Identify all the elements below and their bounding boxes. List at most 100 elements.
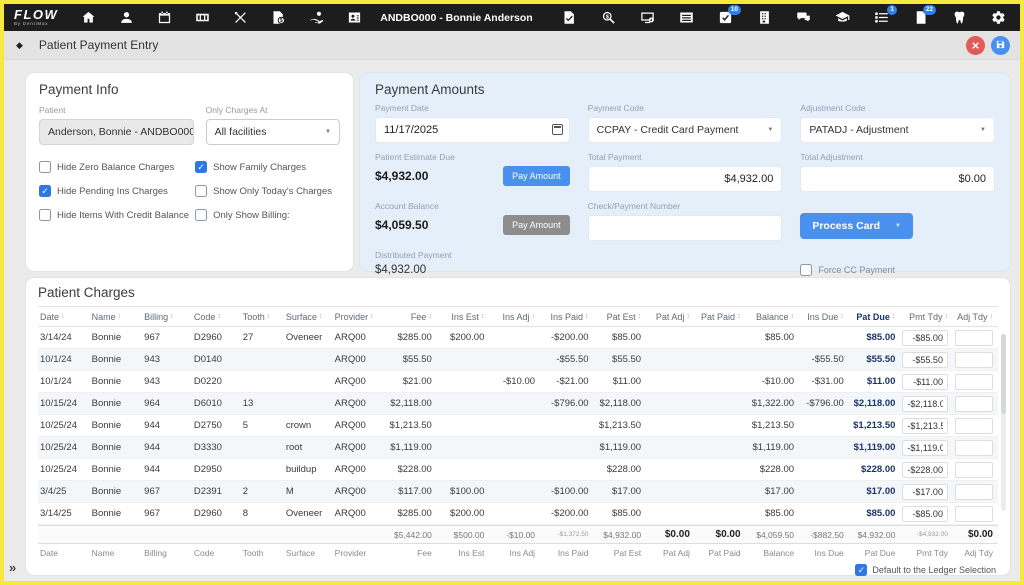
payment-code-select[interactable]: CCPAY - Credit Card Payment ▼	[588, 117, 783, 143]
pmt-tdy-input[interactable]	[902, 506, 948, 522]
adj-tdy-input[interactable]	[955, 418, 993, 434]
col-header-ins-due[interactable]: Ins Due↕	[799, 312, 849, 322]
col-header-ins-adj[interactable]: Ins Adj↕	[489, 312, 540, 322]
pmt-tdy-input[interactable]	[902, 396, 948, 412]
checkbox-show-only-today-s-charges[interactable]: Show Only Today's Charges	[195, 185, 340, 197]
col-header-pat-paid[interactable]: Pat Paid↕	[695, 312, 746, 322]
adj-tdy-input[interactable]	[955, 374, 993, 390]
list-icon[interactable]	[678, 10, 694, 26]
adj-tdy-input[interactable]	[955, 396, 993, 412]
checkbox-hide-pending-ins-charges[interactable]: Hide Pending Ins Charges	[39, 185, 191, 197]
col-header-name[interactable]: Name↕	[90, 312, 143, 322]
tooth-icon[interactable]	[951, 10, 967, 26]
billing-report-icon[interactable]: $	[270, 10, 286, 26]
pmt-tdy-input[interactable]	[902, 440, 948, 456]
pmt-tdy-input[interactable]	[902, 352, 948, 368]
col-header-tooth[interactable]: Tooth↕	[241, 312, 284, 322]
pmt-tdy-input[interactable]	[902, 462, 948, 478]
col-header-provider[interactable]: Provider↕	[333, 312, 385, 322]
adjustment-code-select[interactable]: PATADJ - Adjustment ▼	[800, 117, 995, 143]
process-card-button[interactable]: Process Card ▼	[800, 213, 913, 239]
home-icon[interactable]	[80, 10, 96, 26]
checkbox-hide-items-with-credit-balance[interactable]: Hide Items With Credit Balance	[39, 209, 191, 221]
payment-date-input[interactable]	[375, 117, 570, 143]
charge-row[interactable]: 3/14/25Bonnie967D29608OveneerARQ00$285.0…	[38, 503, 998, 525]
check-number-input[interactable]	[588, 215, 783, 241]
education-icon[interactable]	[834, 10, 850, 26]
close-button[interactable]: ×	[966, 36, 985, 55]
cell-pat-due: $85.00	[849, 332, 901, 343]
pay-balance-button[interactable]: Pay Amount	[503, 215, 570, 235]
total-adjustment-input[interactable]	[800, 166, 995, 192]
contact-card-icon[interactable]	[346, 10, 362, 26]
col-header-date[interactable]: Date↕	[38, 312, 90, 322]
save-button[interactable]	[991, 36, 1010, 55]
document-check-icon[interactable]	[561, 10, 577, 26]
checkbox-box[interactable]	[39, 161, 51, 173]
adj-tdy-input[interactable]	[955, 352, 993, 368]
checkbox-box[interactable]	[195, 161, 207, 173]
office-icon[interactable]	[756, 10, 772, 26]
adj-tdy-input[interactable]	[955, 462, 993, 478]
checkbox-box[interactable]	[39, 209, 51, 221]
patient-select[interactable]: Anderson, Bonnie - ANDBO000 ▼	[39, 119, 194, 145]
col-header-code[interactable]: Code↕	[192, 312, 241, 322]
pmt-tdy-input[interactable]	[902, 418, 948, 434]
checklist-icon[interactable]: 1	[873, 10, 889, 26]
checkbox-only-show-billing[interactable]: Only Show Billing:	[195, 209, 340, 221]
messages-icon[interactable]	[795, 10, 811, 26]
calendar-icon[interactable]	[552, 124, 563, 135]
clinical-tools-icon[interactable]	[232, 10, 248, 26]
payment-hand-icon[interactable]	[308, 10, 324, 26]
charge-row[interactable]: 10/25/24Bonnie944D27505crownARQ00$1,213.…	[38, 415, 998, 437]
pay-estimate-button[interactable]: Pay Amount	[503, 166, 570, 186]
pmt-tdy-input[interactable]	[902, 484, 948, 500]
col-header-ins-paid[interactable]: Ins Paid↕	[540, 312, 593, 322]
charge-row[interactable]: 10/15/24Bonnie964D601013ARQ00$2,118.00-$…	[38, 393, 998, 415]
facility-select[interactable]: All facilities ▼	[206, 119, 340, 145]
ledger-default-checkbox[interactable]	[855, 564, 867, 576]
tasks-icon[interactable]: 10	[717, 10, 733, 26]
col-header-pmt-tdy[interactable]: Pmt Tdy↕	[900, 312, 953, 322]
col-header-ins-est[interactable]: Ins Est↕	[437, 312, 490, 322]
charge-row[interactable]: 3/4/25Bonnie967D23912MARQ00$117.00$100.0…	[38, 481, 998, 503]
documents-icon[interactable]: 22	[912, 10, 928, 26]
flow-logo[interactable]: FLOW By DentiMax	[14, 8, 58, 27]
col-header-billing[interactable]: Billing↕	[142, 312, 192, 322]
checkbox-box[interactable]	[195, 209, 207, 221]
checkbox-show-family-charges[interactable]: Show Family Charges	[195, 161, 340, 173]
adj-tdy-input[interactable]	[955, 330, 993, 346]
checkbox-hide-zero-balance-charges[interactable]: Hide Zero Balance Charges	[39, 161, 191, 173]
adj-tdy-input[interactable]	[955, 506, 993, 522]
adj-tdy-input[interactable]	[955, 484, 993, 500]
search-dollar-icon[interactable]: $	[600, 10, 616, 26]
pmt-tdy-input[interactable]	[902, 330, 948, 346]
schedule-icon[interactable]	[156, 10, 172, 26]
checkbox-force-cc-payment[interactable]: Force CC Payment	[800, 264, 995, 276]
expand-panel-button[interactable]: »	[9, 560, 16, 575]
col-header-pat-due[interactable]: Pat Due↕	[849, 312, 901, 322]
charge-row[interactable]: 10/25/24Bonnie944D2950buildupARQ00$228.0…	[38, 459, 998, 481]
col-header-pat-adj[interactable]: Pat Adj↕	[646, 312, 695, 322]
col-header-balance[interactable]: Balance↕	[746, 312, 799, 322]
checkbox-box[interactable]	[195, 185, 207, 197]
dentures-icon[interactable]	[194, 10, 210, 26]
pmt-tdy-input[interactable]	[902, 374, 948, 390]
charge-row[interactable]: 10/1/24Bonnie943D0220ARQ00$21.00-$10.00-…	[38, 371, 998, 393]
total-payment-input[interactable]	[588, 166, 783, 192]
checkbox-box[interactable]	[800, 264, 812, 276]
table-scrollbar-thumb[interactable]	[1001, 334, 1006, 414]
col-header-adj-tdy[interactable]: Adj Tdy↕	[953, 312, 998, 322]
checkbox-box[interactable]	[39, 185, 51, 197]
charge-row[interactable]: 10/25/24Bonnie944D3330rootARQ00$1,119.00…	[38, 437, 998, 459]
settings-icon[interactable]	[990, 10, 1006, 26]
imaging-icon[interactable]	[639, 10, 655, 26]
charge-row[interactable]: 3/14/24Bonnie967D296027OveneerARQ00$285.…	[38, 327, 998, 349]
col-header-pat-est[interactable]: Pat Est↕	[594, 312, 647, 322]
col-header-fee[interactable]: Fee↕	[384, 312, 437, 322]
adj-tdy-input[interactable]	[955, 440, 993, 456]
charge-row[interactable]: 10/1/24Bonnie943D0140ARQ00$55.50-$55.50$…	[38, 349, 998, 371]
table-scrollbar[interactable]	[1001, 334, 1006, 511]
col-header-surface[interactable]: Surface↕	[284, 312, 333, 322]
patient-icon[interactable]	[118, 10, 134, 26]
